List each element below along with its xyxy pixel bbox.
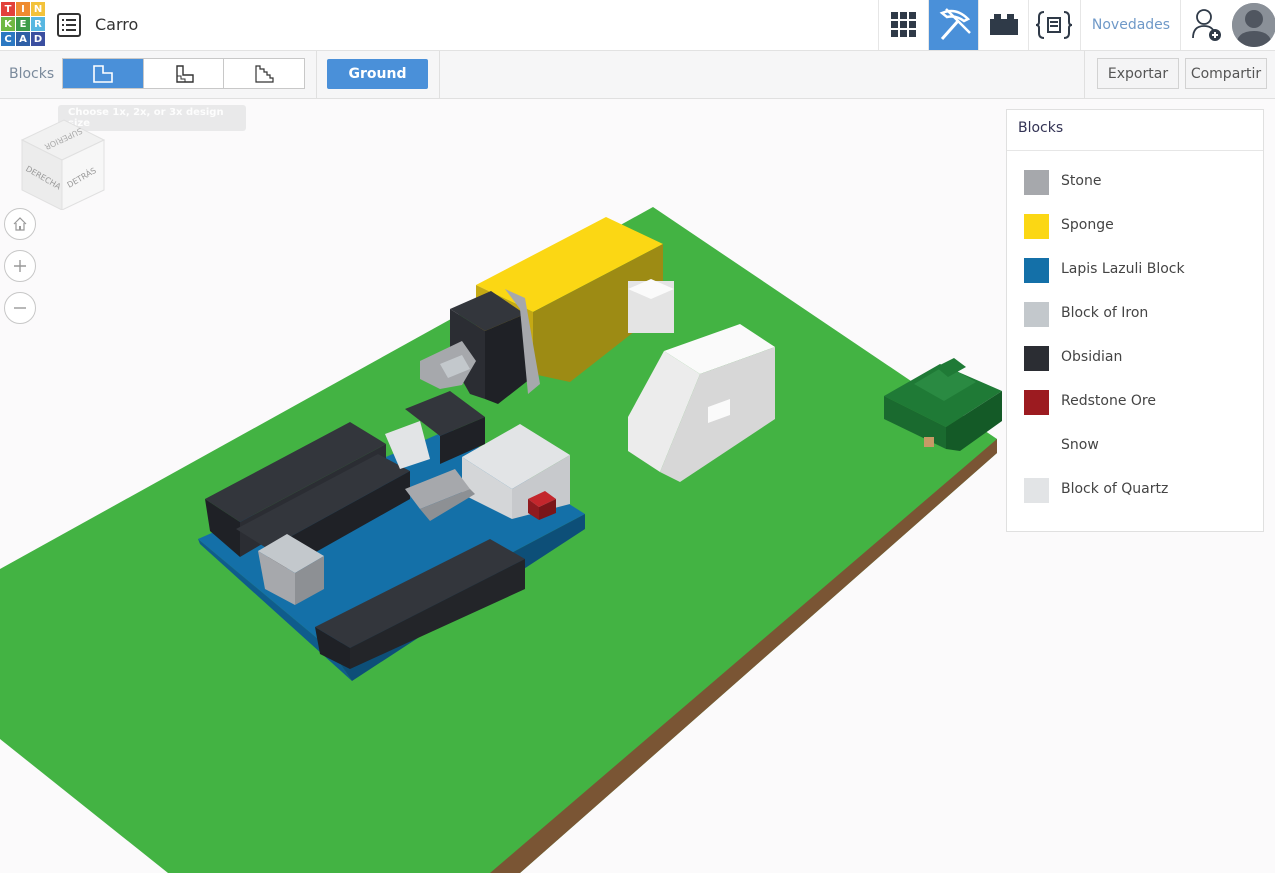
palette-item[interactable]: Snow — [1024, 432, 1254, 460]
toolbar-divider — [1084, 51, 1085, 98]
palette-item[interactable]: Lapis Lazuli Block — [1024, 256, 1254, 284]
palette-item-label: Lapis Lazuli Block — [1061, 261, 1185, 277]
codeblocks-icon[interactable] — [1028, 0, 1079, 50]
palette-item-label: Snow — [1061, 437, 1099, 453]
palette-item-label: Obsidian — [1061, 349, 1123, 365]
export-button[interactable]: Exportar — [1097, 58, 1179, 89]
user-avatar[interactable] — [1232, 3, 1275, 47]
3d-design-icon[interactable] — [878, 0, 929, 50]
blocks-palette: Blocks Stone Sponge Lapis Lazuli Block Bloc… — [1006, 109, 1264, 532]
palette-item-label: Block of Iron — [1061, 305, 1149, 321]
palette-swatch — [1024, 214, 1049, 239]
design-title[interactable]: Carro — [95, 15, 138, 34]
design-list-icon[interactable] — [56, 12, 82, 38]
palette-item-label: Block of Quartz — [1061, 481, 1169, 497]
tinkercad-logo[interactable]: TIN KER CAD — [1, 2, 45, 48]
palette-swatch — [1024, 478, 1049, 503]
logo-letter: R — [31, 17, 45, 31]
palette-swatch — [1024, 434, 1049, 459]
size-2x-button[interactable] — [144, 59, 225, 88]
palette-item[interactable]: Block of Iron — [1024, 300, 1254, 328]
palette-title: Blocks — [1018, 120, 1064, 136]
ground-button[interactable]: Ground — [327, 59, 428, 89]
zoom-in-icon[interactable] — [4, 250, 36, 282]
palette-item[interactable]: Obsidian — [1024, 344, 1254, 372]
palette-item-label: Sponge — [1061, 217, 1114, 233]
logo-letter: C — [1, 32, 15, 46]
lego-brick-icon[interactable] — [978, 0, 1029, 50]
palette-item[interactable]: Stone — [1024, 168, 1254, 196]
size-1x-button[interactable] — [63, 59, 144, 88]
size-3x-button[interactable] — [224, 59, 304, 88]
toolbar-divider — [316, 51, 317, 98]
logo-letter: K — [1, 17, 15, 31]
home-view-icon[interactable] — [4, 208, 36, 240]
palette-item[interactable]: Block of Quartz — [1024, 476, 1254, 504]
palette-swatch — [1024, 258, 1049, 283]
palette-swatch — [1024, 302, 1049, 327]
palette-item-label: Redstone Ore — [1061, 393, 1156, 409]
top-bar: TIN KER CAD Carro Novedades — [0, 0, 1275, 51]
palette-item[interactable]: Redstone Ore — [1024, 388, 1254, 416]
minecraft-pickaxe-icon[interactable] — [928, 0, 979, 50]
size-1x-icon — [93, 64, 113, 83]
logo-letter: E — [16, 17, 30, 31]
logo-letter: D — [31, 32, 45, 46]
zoom-out-icon[interactable] — [4, 292, 36, 324]
logo-letter: I — [16, 2, 30, 16]
view-cube[interactable]: SUPERIOR DERECHA DETRÁS — [20, 110, 106, 211]
toolbar-divider — [439, 51, 440, 98]
design-size-selector — [62, 58, 305, 89]
edit-toolbar: Blocks Ground Exportar Compartir — [0, 51, 1275, 99]
logo-letter: T — [1, 2, 15, 16]
palette-swatch — [1024, 346, 1049, 371]
logo-letter: A — [16, 32, 30, 46]
share-button[interactable]: Compartir — [1185, 58, 1267, 89]
size-2x-icon — [175, 64, 194, 83]
palette-divider — [1007, 150, 1263, 151]
logo-letter: N — [31, 2, 45, 16]
palette-item[interactable]: Sponge — [1024, 212, 1254, 240]
news-link[interactable]: Novedades — [1080, 0, 1181, 50]
palette-swatch — [1024, 170, 1049, 195]
palette-swatch — [1024, 390, 1049, 415]
add-user-icon[interactable] — [1180, 0, 1233, 50]
palette-item-label: Stone — [1061, 173, 1102, 189]
blocks-label: Blocks — [9, 66, 55, 82]
size-3x-icon — [255, 64, 274, 83]
